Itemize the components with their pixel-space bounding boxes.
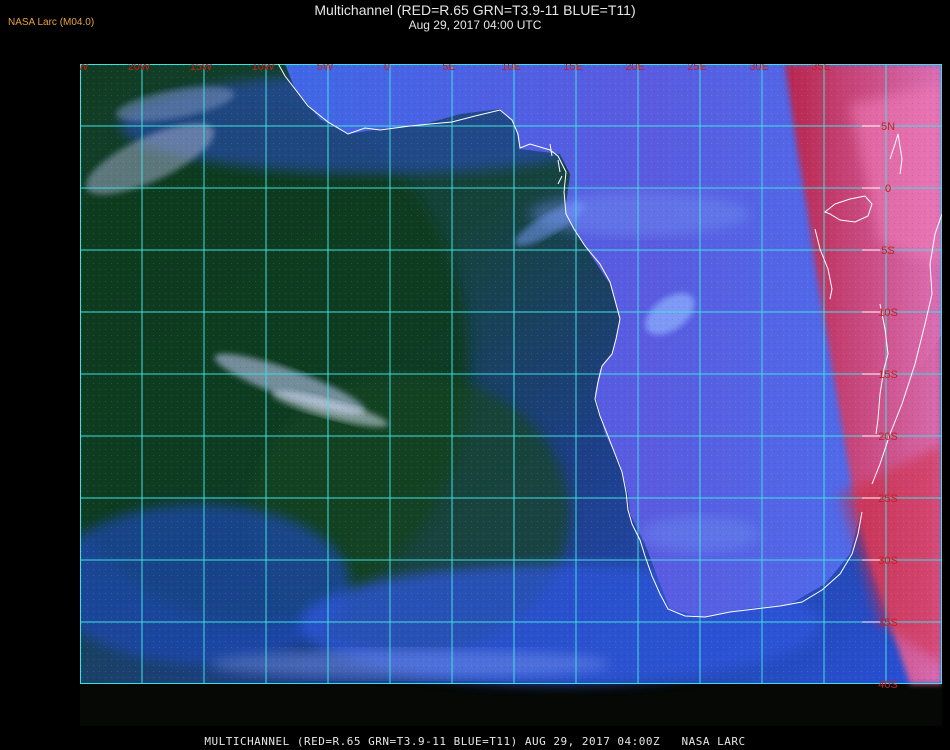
latitude-label: 25S <box>878 493 898 505</box>
longitude-label: 0 <box>384 64 390 73</box>
image-timestamp: Aug 29, 2017 04:00 UTC <box>408 18 542 32</box>
latitude-label: 10S <box>878 307 898 319</box>
latitude-label: 20S <box>878 431 898 443</box>
longitude-label: 10E <box>501 64 521 73</box>
longitude-label: 15W <box>190 64 213 73</box>
satellite-imagery: 25W 20W 15W 10W 5W 0 5E 10E 15E 20E 25E 30E 35E 5N 0 5… <box>80 64 942 691</box>
latitude-label: 35S <box>878 617 898 629</box>
latitude-label: 40S <box>878 679 898 691</box>
longitude-label: 5E <box>442 64 455 73</box>
latitude-label: 15S <box>878 369 898 381</box>
longitude-label: 15E <box>563 64 583 73</box>
latitude-label: 0 <box>885 183 891 195</box>
latitude-label: 5S <box>881 245 894 257</box>
image-title: Multichannel (RED=R.65 GRN=T3.9-11 BLUE=… <box>314 2 636 18</box>
longitude-label: 35E <box>811 64 831 73</box>
longitude-label: 10W <box>252 64 275 73</box>
longitude-label: 5W <box>317 64 334 73</box>
footer-caption: MULTICHANNEL (RED=R.65 GRN=T3.9-11 BLUE=… <box>204 735 746 748</box>
latitude-label: 5N <box>881 121 895 133</box>
longitude-label: 20E <box>625 64 645 73</box>
longitude-label: 30E <box>749 64 769 73</box>
longitude-label: 25E <box>687 64 707 73</box>
longitude-label: 20W <box>128 64 151 73</box>
satellite-map: 25W 20W 15W 10W 5W 0 5E 10E 15E 20E 25E 30E 35E 5N 0 5… <box>80 64 942 726</box>
longitude-label: 25W <box>80 64 89 73</box>
latitude-label: 30S <box>878 555 898 567</box>
